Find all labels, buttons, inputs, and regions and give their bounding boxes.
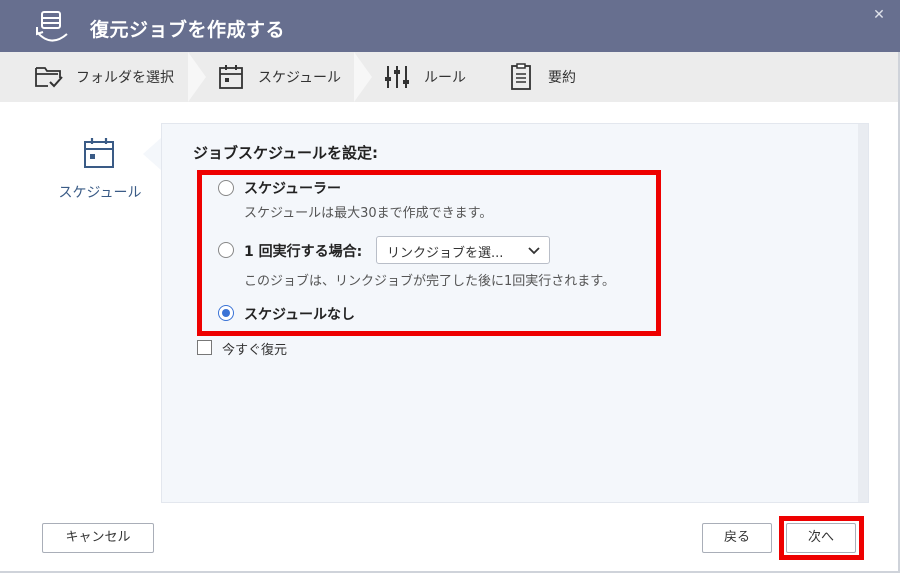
scrollbar[interactable] bbox=[858, 124, 868, 502]
clipboard-list-icon bbox=[511, 63, 531, 90]
step-label: スケジュール bbox=[258, 70, 342, 86]
restore-now-label: 今すぐ復元 bbox=[222, 343, 288, 358]
chevron-down-icon bbox=[528, 247, 540, 255]
radio-no-schedule[interactable] bbox=[218, 305, 234, 321]
step-chevron bbox=[354, 52, 372, 102]
option-label-no-schedule: スケジュールなし bbox=[244, 307, 356, 323]
title-bar: 復元ジョブを作成する ✕ bbox=[0, 0, 900, 52]
calendar-icon bbox=[219, 65, 243, 89]
step-label: フォルダを選択 bbox=[76, 70, 174, 86]
step-select-folder[interactable]: フォルダを選択 bbox=[34, 52, 174, 102]
step-label: 要約 bbox=[548, 70, 576, 86]
step-schedule[interactable]: スケジュール bbox=[216, 52, 341, 102]
option-description-run-once: このジョブは、リンクジョブが完了した後に1回実行されます。 bbox=[244, 274, 615, 289]
select-value: リンクジョブを選... bbox=[387, 246, 504, 261]
restore-drive-icon bbox=[36, 11, 68, 42]
sidebar-item-label: スケジュール bbox=[58, 185, 142, 201]
restore-now-checkbox[interactable] bbox=[197, 340, 212, 355]
folder-check-icon bbox=[35, 67, 63, 88]
step-summary[interactable]: 要約 bbox=[506, 52, 576, 102]
step-chevron bbox=[188, 52, 206, 102]
radio-scheduler[interactable] bbox=[218, 180, 234, 196]
option-description-scheduler: スケジュールは最大30まで作成できます。 bbox=[244, 206, 493, 221]
dialog-title: 復元ジョブを作成する bbox=[90, 19, 286, 41]
cancel-button[interactable]: キャンセル bbox=[42, 523, 154, 553]
option-label-run-once: 1 回実行する場合: bbox=[244, 244, 363, 260]
sidebar-item-schedule[interactable]: スケジュール bbox=[40, 128, 160, 208]
option-label-scheduler: スケジューラー bbox=[244, 181, 342, 197]
close-icon[interactable]: ✕ bbox=[870, 6, 888, 24]
step-rules[interactable]: ルール bbox=[382, 52, 466, 102]
section-title: ジョブスケジュールを設定: bbox=[193, 144, 378, 162]
step-label: ルール bbox=[424, 70, 466, 86]
radio-run-once[interactable] bbox=[218, 242, 234, 258]
calendar-icon bbox=[84, 138, 114, 168]
back-button[interactable]: 戻る bbox=[702, 523, 772, 553]
next-button[interactable]: 次へ bbox=[786, 523, 856, 553]
wizard-stepper: フォルダを選択 スケジュール ルール 要約 bbox=[0, 52, 900, 102]
sliders-icon bbox=[385, 66, 409, 88]
link-job-select[interactable]: リンクジョブを選... bbox=[376, 236, 550, 264]
panel-pointer bbox=[143, 138, 161, 170]
